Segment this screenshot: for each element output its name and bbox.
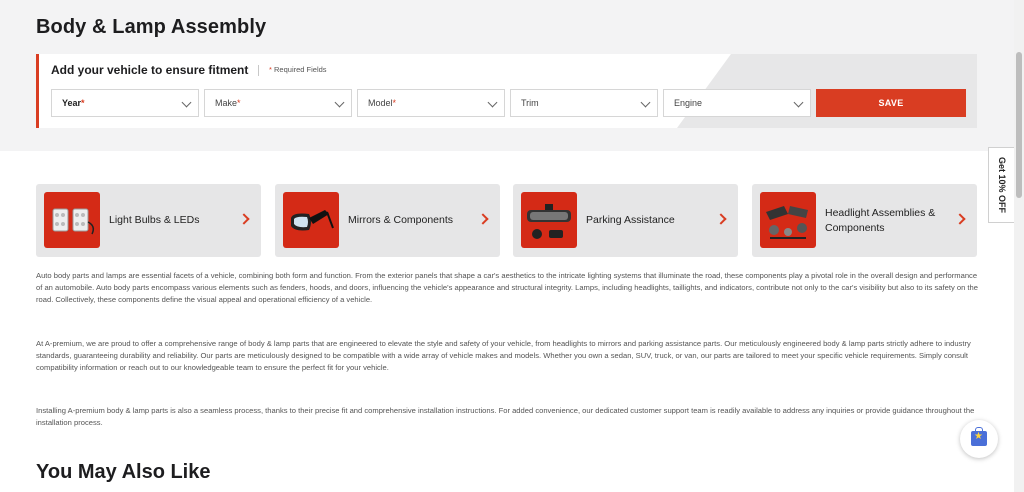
save-button[interactable]: SAVE	[816, 89, 966, 117]
description-paragraph: Installing A-premium body & lamp parts i…	[36, 406, 975, 428]
trim-select-label: Trim	[521, 98, 539, 108]
required-star: *	[237, 98, 241, 108]
make-select-label: Make	[215, 98, 238, 108]
category-label: Mirrors & Components	[348, 214, 454, 227]
required-star: *	[392, 98, 397, 108]
scrollbar[interactable]	[1014, 0, 1024, 492]
description-paragraph: Auto body parts and lamps are essential …	[36, 271, 978, 305]
vehicle-fitment-bar: Add your vehicle to ensure fitment * Req…	[36, 54, 977, 128]
chevron-down-icon	[793, 97, 804, 108]
floating-action-button[interactable]: ★	[960, 420, 998, 458]
chevron-down-icon	[181, 97, 192, 108]
chevron-down-icon	[640, 97, 651, 108]
divider	[258, 65, 259, 76]
category-headlight-assemblies[interactable]: Headlight Assemblies & Components	[752, 184, 977, 257]
year-select[interactable]: Year*	[51, 89, 199, 117]
section-title: You May Also Like	[36, 461, 211, 483]
headlight-assembly-image	[760, 192, 816, 248]
model-select[interactable]: Model*	[357, 89, 505, 117]
description-paragraph: At A-premium, we are proud to offer a co…	[36, 339, 971, 373]
category-label: Headlight Assemblies & Components	[825, 207, 936, 234]
trim-select[interactable]: Trim	[510, 89, 658, 117]
mirror-image	[283, 192, 339, 248]
chevron-right-icon	[954, 213, 966, 225]
engine-select[interactable]: Engine	[663, 89, 811, 117]
required-note-text: Required Fields	[274, 65, 327, 74]
chevron-right-icon	[238, 213, 250, 225]
chevron-right-icon	[477, 213, 489, 225]
category-light-bulbs[interactable]: Light Bulbs & LEDs	[36, 184, 261, 257]
chevron-down-icon	[334, 97, 345, 108]
chevron-right-icon	[715, 213, 727, 225]
category-mirrors[interactable]: Mirrors & Components	[275, 184, 500, 257]
chevron-down-icon	[487, 97, 498, 108]
required-star: *	[269, 65, 272, 74]
scrollbar-thumb[interactable]	[1016, 52, 1022, 198]
required-star: *	[81, 98, 85, 108]
engine-select-label: Engine	[674, 98, 703, 108]
category-label: Light Bulbs & LEDs	[109, 214, 200, 227]
category-parking-assistance[interactable]: Parking Assistance	[513, 184, 738, 257]
make-select[interactable]: Make*	[204, 89, 352, 117]
parking-assistance-image	[521, 192, 577, 248]
fitment-title: Add your vehicle to ensure fitment	[51, 63, 249, 77]
category-label: Parking Assistance	[586, 214, 675, 227]
required-fields-note: * Required Fields	[269, 65, 327, 74]
page-title: Body & Lamp Assembly	[36, 16, 267, 38]
discount-tab-label: Get 10% OFF	[996, 156, 1007, 214]
year-select-label: Year	[62, 98, 82, 108]
light-bulbs-image	[44, 192, 100, 248]
star-icon: ★	[974, 431, 983, 442]
discount-tab[interactable]: Get 10% OFF	[988, 147, 1014, 223]
model-select-label: Model	[368, 98, 393, 108]
